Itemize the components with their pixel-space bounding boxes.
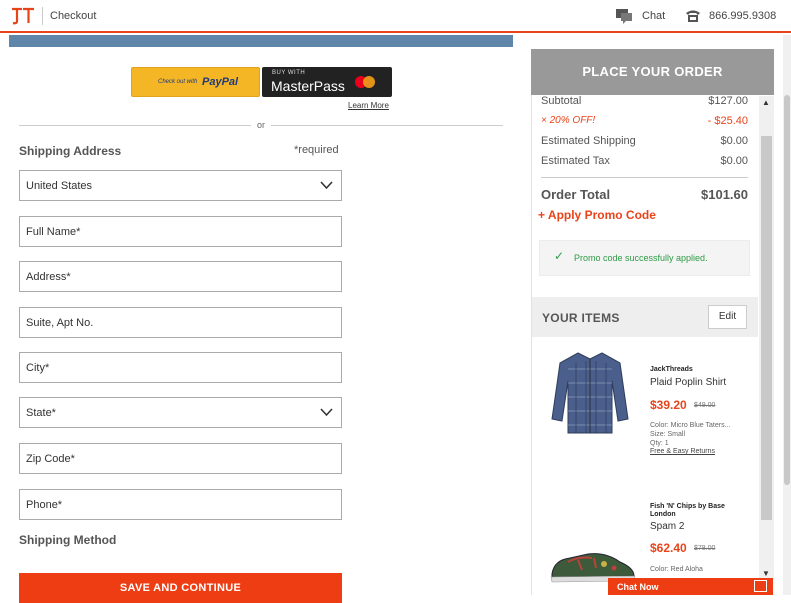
shipping-value: $0.00 (720, 135, 748, 147)
paypal-checkout-button[interactable]: Check out with PayPal (131, 67, 260, 97)
item-name[interactable]: Spam 2 (650, 521, 684, 532)
discount-value: - $25.40 (707, 115, 748, 127)
item-name[interactable]: Plaid Poplin Shirt (650, 377, 726, 388)
total-divider (541, 177, 748, 178)
phone-number[interactable]: 866.995.9308 (709, 10, 776, 22)
checkout-label: Checkout (50, 10, 97, 22)
page-scrollbar-thumb[interactable] (784, 95, 790, 485)
page-scrollbar[interactable] (783, 35, 791, 595)
order-total-row: Order Total $101.60 (541, 187, 748, 202)
promo-success-message: Promo code successfully applied. (574, 253, 708, 263)
mastercard-logo-icon-2 (363, 76, 375, 88)
masterpass-small-label: BUY WITH (272, 70, 306, 76)
divider-left (19, 125, 251, 126)
shipping-address-title: Shipping Address (19, 144, 122, 158)
header-divider (42, 7, 43, 25)
jt-logo-icon[interactable] (10, 6, 36, 26)
your-items-title: YOUR ITEMS (542, 311, 620, 325)
state-placeholder: State* (26, 407, 56, 419)
learn-more-link[interactable]: Learn More (348, 101, 389, 110)
phone-placeholder: Phone* (26, 499, 63, 511)
top-header: Checkout Chat 866.995.9308 (0, 0, 791, 33)
discount-row: × 20% OFF! - $25.40 (541, 115, 748, 127)
step-header-strip (9, 35, 513, 47)
zip-code-field[interactable]: Zip Code* (19, 443, 342, 474)
phone-field[interactable]: Phone* (19, 489, 342, 520)
or-separator: or (257, 120, 266, 130)
masterpass-brand-label: MasterPass (271, 78, 345, 94)
suite-placeholder: Suite, Apt No. (26, 317, 94, 329)
address-field[interactable]: Address* (19, 261, 342, 292)
scroll-down-arrow-icon[interactable]: ▼ (762, 569, 770, 578)
order-summary-scroll: Subtotal $127.00 × 20% OFF! - $25.40 Est… (531, 95, 758, 595)
tax-value: $0.00 (720, 155, 748, 167)
shipping-form-panel: Check out with PayPal BUY WITH MasterPas… (9, 35, 513, 603)
city-field[interactable]: City* (19, 352, 342, 383)
full-name-field[interactable]: Full Name* (19, 216, 342, 247)
chevron-down-icon (320, 408, 333, 417)
chat-window-icon[interactable] (754, 580, 767, 592)
item-size: Size: Small (650, 431, 686, 438)
phone-icon (686, 10, 700, 22)
checkmark-icon: ✓ (554, 249, 565, 263)
chevron-down-icon (320, 181, 333, 190)
tax-label: Estimated Tax (541, 155, 610, 167)
masterpass-button[interactable]: BUY WITH MasterPass (262, 67, 392, 97)
paypal-brand-label: PayPal (202, 76, 239, 88)
save-and-continue-button[interactable]: SAVE AND CONTINUE (19, 573, 342, 603)
item-brand: Fish 'N' Chips by Base London (650, 503, 725, 518)
shipping-row: Estimated Shipping $0.00 (541, 135, 748, 147)
order-total-label: Order Total (541, 187, 611, 202)
place-order-button[interactable]: PLACE YOUR ORDER (531, 49, 774, 95)
paypal-small-label: Check out with (158, 79, 198, 85)
your-items-header: YOUR ITEMS Edit (532, 297, 758, 337)
chat-now-widget[interactable]: Chat Now (608, 578, 773, 595)
shipping-label: Estimated Shipping (541, 135, 636, 147)
state-select[interactable]: State* (19, 397, 342, 428)
order-total-value: $101.60 (701, 187, 748, 202)
item-price: $39.20 (650, 398, 687, 412)
scroll-up-arrow-icon[interactable]: ▲ (762, 98, 770, 107)
full-name-placeholder: Full Name* (26, 226, 81, 238)
chat-icon[interactable] (615, 8, 633, 24)
country-select[interactable]: United States (19, 170, 342, 201)
summary-scrollbar-thumb[interactable] (761, 136, 772, 520)
divider-right (271, 125, 503, 126)
item-qty: Qty: 1 (650, 440, 669, 447)
chat-now-label: Chat Now (617, 582, 659, 592)
subtotal-value: $127.00 (708, 95, 748, 107)
city-placeholder: City* (26, 362, 50, 374)
edit-items-button[interactable]: Edit (708, 305, 747, 329)
shipping-method-title: Shipping Method (19, 533, 117, 547)
promo-success-box: ✓ Promo code successfully applied. (539, 240, 750, 276)
suite-field[interactable]: Suite, Apt No. (19, 307, 342, 338)
item-brand: JackThreads (650, 366, 693, 373)
subtotal-row: Subtotal $127.00 (541, 95, 748, 107)
chat-link[interactable]: Chat (642, 10, 665, 22)
address-placeholder: Address* (26, 271, 71, 283)
free-returns-link[interactable]: Free & Easy Returns (650, 448, 715, 455)
zip-code-placeholder: Zip Code* (26, 453, 75, 465)
item-price: $62.40 (650, 541, 687, 555)
item-color: Color: Red Aloha (650, 566, 703, 573)
apply-promo-link[interactable]: + Apply Promo Code (538, 208, 656, 222)
country-value: United States (26, 180, 93, 192)
shirt-product-image[interactable] (550, 349, 630, 435)
subtotal-label: Subtotal (541, 95, 582, 107)
required-note: *required (294, 144, 339, 156)
item-original-price: $49.00 (694, 402, 716, 409)
item-original-price: $78.00 (694, 545, 716, 552)
tax-row: Estimated Tax $0.00 (541, 155, 748, 167)
discount-label[interactable]: × 20% OFF! (541, 115, 595, 126)
item-color: Color: Micro Blue Taters... (650, 422, 731, 429)
order-summary-panel: PLACE YOUR ORDER Subtotal $127.00 × 20% … (531, 49, 774, 595)
summary-scrollbar[interactable]: ▲ ▼ (759, 96, 774, 580)
